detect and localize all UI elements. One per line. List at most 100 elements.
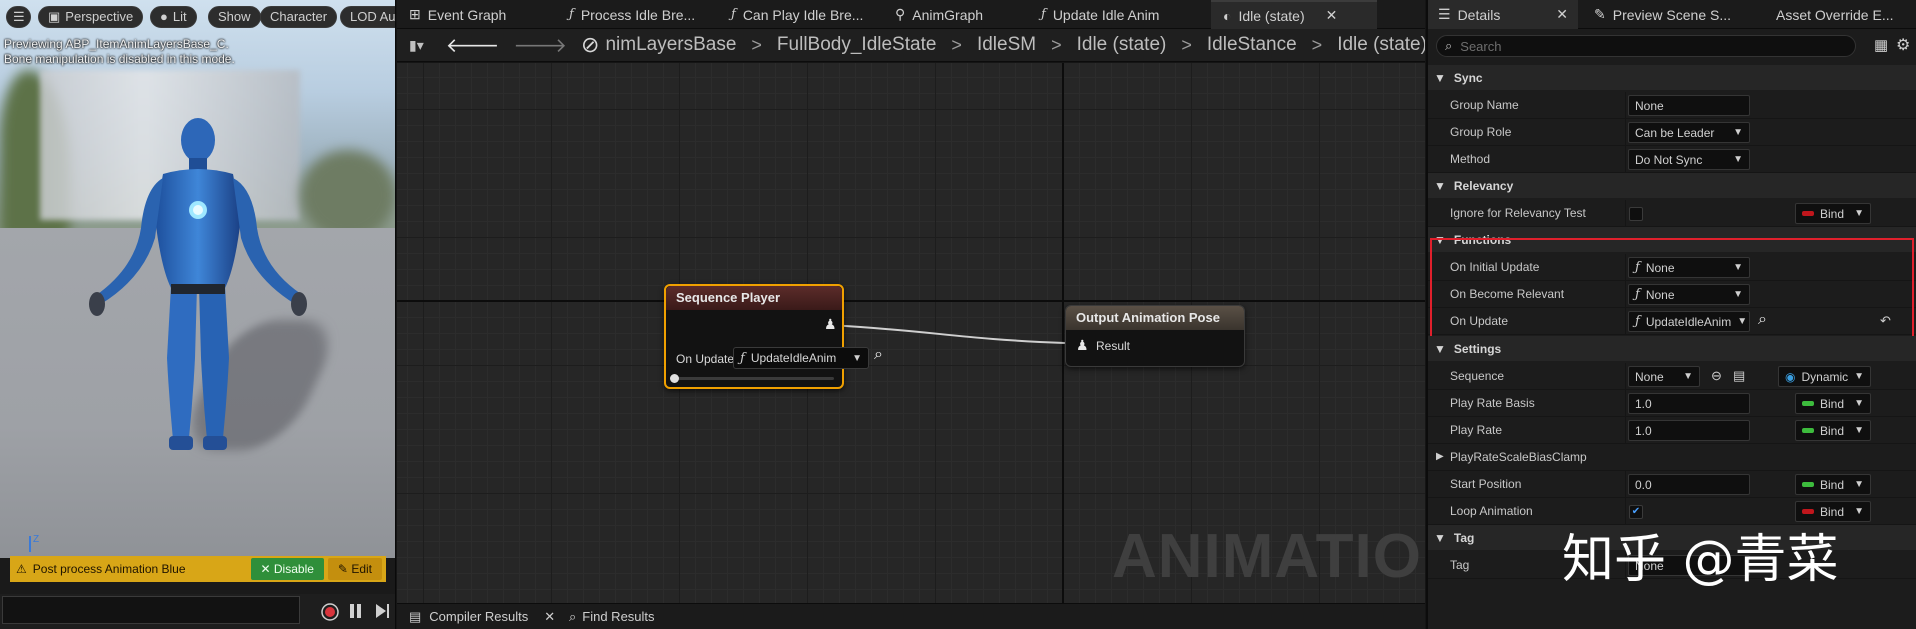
dynamic-icon: ◉	[1785, 369, 1796, 384]
use-selected-icon[interactable]: ⊖	[1711, 368, 1722, 384]
row-play-rate: Play Rate 1.0 Bind ▼	[1428, 417, 1916, 444]
pause-icon[interactable]	[349, 602, 363, 622]
play-step-icon[interactable]	[374, 602, 392, 622]
expand-arrow-icon[interactable]: ▶	[1436, 451, 1444, 462]
search-icon: ⌕	[1445, 38, 1453, 53]
breadcrumb-item[interactable]: Idle (state)	[1337, 34, 1425, 56]
document-tab-bar: ⊞ Event Graph ƒ Process Idle Bre... ƒ Can P…	[397, 0, 1425, 29]
group-name-field[interactable]: None	[1628, 95, 1750, 116]
section-relevancy[interactable]: ▼ Relevancy	[1428, 173, 1916, 198]
node-title: Output Animation Pose	[1066, 306, 1244, 330]
edit-icon: ✎	[1594, 6, 1606, 22]
bind-indicator	[1802, 401, 1814, 406]
playback-bar	[0, 594, 395, 629]
show-button[interactable]: Show	[208, 6, 261, 28]
result-pin-label: Result	[1096, 339, 1131, 353]
chevron-right-icon: >	[1181, 34, 1192, 55]
gear-icon[interactable]: ⚙	[1896, 35, 1910, 55]
details-search-input[interactable]: ⌕ Search	[1436, 35, 1856, 57]
bind-dropdown[interactable]: Bind ▼	[1795, 474, 1871, 495]
sequence-dropdown[interactable]: None ▼	[1628, 366, 1700, 387]
tab-event-graph[interactable]: ⊞ Event Graph	[409, 0, 506, 29]
preview-info-text: Previewing ABP_ItemAnimLayersBase_C.	[4, 37, 229, 51]
bind-dropdown[interactable]: Bind ▼	[1795, 203, 1871, 224]
node-title: Sequence Player	[666, 286, 842, 310]
play-rate-basis-field[interactable]: 1.0	[1628, 393, 1750, 414]
edit-button[interactable]: ✎ Edit	[327, 558, 382, 580]
record-icon[interactable]	[320, 602, 340, 622]
on-update-pin-label: On Update	[676, 352, 735, 366]
perspective-button[interactable]: ▣ Perspective	[38, 6, 144, 28]
close-tab-icon[interactable]: ✕	[544, 609, 555, 625]
tab-idle-state[interactable]: ◐ Idle (state) ✕	[1211, 0, 1377, 29]
section-sync[interactable]: ▼ Sync	[1428, 65, 1916, 90]
row-play-rate-basis: Play Rate Basis 1.0 Bind ▼	[1428, 390, 1916, 417]
pose-input-pin-icon[interactable]: ♟	[1076, 337, 1089, 354]
table-view-icon[interactable]: ▦	[1874, 36, 1888, 54]
position-handle[interactable]	[670, 374, 679, 383]
chevron-down-icon: ▼	[1854, 479, 1864, 490]
tab-update-idle-anim[interactable]: ƒ Update Idle Anim	[1041, 0, 1159, 29]
lod-button[interactable]: LOD Aut	[340, 6, 395, 28]
row-group-name: Group Name None	[1428, 92, 1916, 119]
anim-blueprint-icon: ⊘	[581, 32, 600, 57]
state-icon: ◐	[1223, 7, 1232, 24]
pose-output-pin-icon[interactable]: ♟	[824, 316, 837, 333]
tab-preview-scene-settings[interactable]: ✎ Preview Scene S...	[1594, 0, 1731, 29]
breadcrumb-item[interactable]: FullBody_IdleState	[777, 34, 937, 56]
breadcrumb-item[interactable]: Idle (state)	[1077, 34, 1167, 56]
browse-folder-icon[interactable]: ▤	[1733, 368, 1745, 384]
section-settings[interactable]: ▼ Settings	[1428, 336, 1916, 361]
character-button[interactable]: Character	[260, 6, 338, 28]
tab-can-play-idle-break[interactable]: ƒ Can Play Idle Bre...	[731, 0, 863, 29]
chevron-down-icon: ▼	[1854, 371, 1865, 382]
breadcrumb-item[interactable]: nimLayersBase	[605, 34, 736, 56]
row-method: Method Do Not Sync ▼	[1428, 146, 1916, 173]
tab-details[interactable]: ☰ Details ✕	[1428, 0, 1578, 29]
position-track[interactable]	[672, 377, 834, 380]
chevron-down-icon: ▼	[1683, 371, 1693, 382]
play-rate-field[interactable]: 1.0	[1628, 420, 1750, 441]
tab-compiler-results[interactable]: ▤ Compiler Results ✕	[409, 609, 555, 625]
bind-dropdown[interactable]: Bind ▼	[1795, 420, 1871, 441]
search-icon[interactable]: ⌕	[874, 346, 883, 364]
tab-anim-graph[interactable]: ⚲ AnimGraph	[895, 0, 983, 29]
bind-indicator	[1802, 428, 1814, 433]
sequence-player-node[interactable]: Sequence Player ♟ On Update ƒ UpdateIdle…	[664, 284, 883, 389]
tab-asset-override-editor[interactable]: Asset Override E...	[1776, 0, 1893, 29]
start-position-field[interactable]: 0.0	[1628, 474, 1750, 495]
bind-dropdown[interactable]: Bind ▼	[1795, 393, 1871, 414]
output-animation-pose-node[interactable]: Output Animation Pose ♟ Result	[1065, 305, 1245, 367]
chevron-right-icon: >	[951, 34, 962, 55]
breadcrumb-item[interactable]: IdleSM	[977, 34, 1036, 56]
tab-find-results[interactable]: ⌕ Find Results	[569, 609, 655, 625]
disable-button[interactable]: ✕ Disable	[250, 558, 324, 580]
ignore-relevancy-checkbox[interactable]	[1629, 207, 1643, 221]
row-play-rate-scale-bias-clamp[interactable]: ▶ PlayRateScaleBiasClamp	[1428, 444, 1916, 471]
viewport-menu-button[interactable]: ☰	[6, 6, 31, 28]
chevron-down-icon: ▼	[1854, 208, 1864, 219]
bind-indicator	[1802, 211, 1814, 216]
breadcrumb-item[interactable]: IdleStance	[1207, 34, 1297, 56]
anim-graph-canvas[interactable]: Sequence Player ♟ On Update ƒ UpdateIdle…	[397, 63, 1425, 603]
breadcrumb: ▮▾ 🡐 🡒 ⊘ nimLayersBase > FullBody_IdleSt…	[397, 29, 1425, 62]
back-arrow-icon[interactable]: 🡐	[446, 33, 500, 58]
tab-process-idle-break[interactable]: ƒ Process Idle Bre...	[569, 0, 695, 29]
close-tab-icon[interactable]: ✕	[1326, 7, 1338, 24]
animation-preview-viewport[interactable]: ☰ ▣ Perspective ● Lit Show Character LOD A…	[0, 0, 396, 629]
group-role-dropdown[interactable]: Can be Leader ▼	[1628, 122, 1750, 143]
bind-indicator	[1802, 482, 1814, 487]
chevron-right-icon: >	[751, 34, 762, 55]
warning-text: Post process Animation Blue	[32, 562, 186, 576]
cube-icon: ▣	[48, 9, 61, 24]
on-update-function-combo[interactable]: ƒ UpdateIdleAnim ▼	[733, 347, 869, 369]
close-tab-icon[interactable]: ✕	[1556, 6, 1568, 23]
lit-button[interactable]: ● Lit	[150, 6, 197, 28]
forward-arrow-icon[interactable]: 🡒	[513, 33, 567, 58]
dynamic-dropdown[interactable]: ◉ Dynamic ▼	[1778, 366, 1871, 387]
method-dropdown[interactable]: Do Not Sync ▼	[1628, 149, 1750, 170]
bookmark-icon[interactable]: ▮▾	[409, 37, 424, 54]
timeline-field[interactable]	[2, 596, 300, 624]
collapse-arrow-icon: ▼	[1434, 341, 1446, 356]
row-sequence: Sequence None ▼ ⊖ ▤ ◉ Dynamic ▼	[1428, 363, 1916, 390]
